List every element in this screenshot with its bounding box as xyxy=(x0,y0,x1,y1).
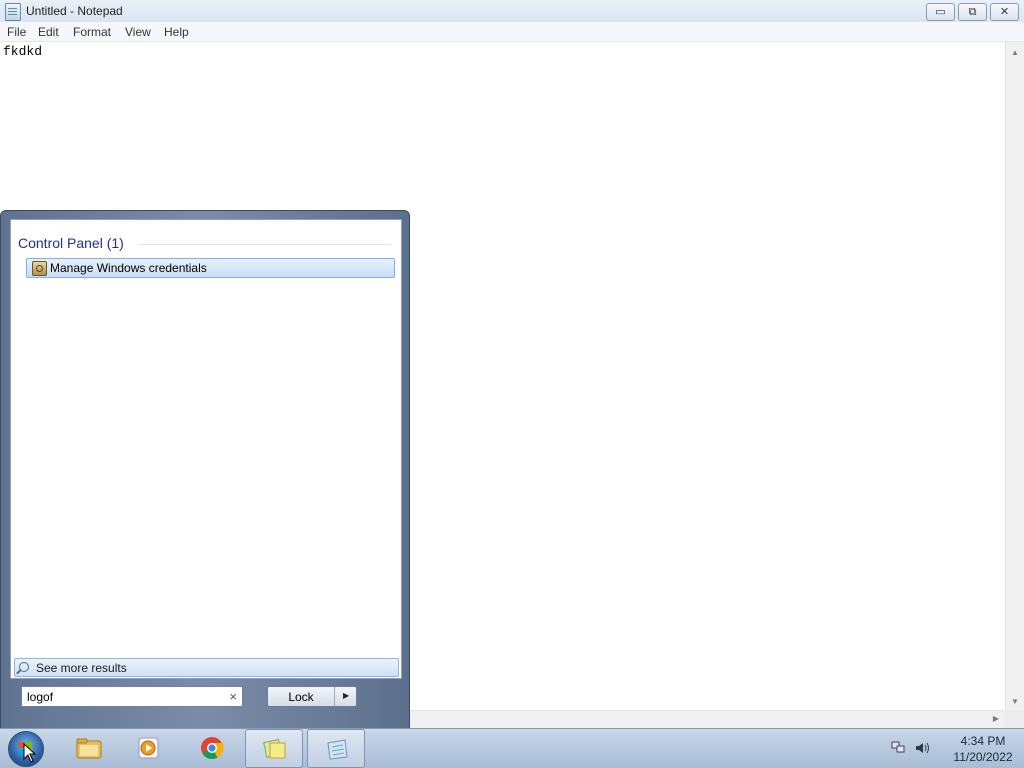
taskbar: 4:34 PM 11/20/2022 xyxy=(0,728,1024,768)
search-input[interactable] xyxy=(27,688,217,705)
see-more-results-label: See more results xyxy=(36,661,127,675)
clear-search-icon[interactable]: × xyxy=(229,689,237,704)
clock-time[interactable]: 4:34 PM xyxy=(942,734,1024,748)
credential-manager-icon xyxy=(32,261,47,276)
notification-area: 4:34 PM 11/20/2022 xyxy=(880,729,1024,768)
sticky-notes-icon xyxy=(263,738,286,759)
search-results-pane: Control Panel (1) Manage Windows credent… xyxy=(10,219,402,679)
network-icon[interactable] xyxy=(891,741,905,754)
menu-help[interactable]: Help xyxy=(164,25,189,39)
vertical-scrollbar[interactable]: ▲ ▼ xyxy=(1005,42,1024,710)
minimize-icon: ▭ xyxy=(935,6,946,18)
notepad-icon xyxy=(327,739,348,760)
result-item-manage-windows-credentials[interactable]: Manage Windows credentials xyxy=(26,258,395,278)
media-player-icon xyxy=(138,737,159,759)
horizontal-scrollbar[interactable]: ▶ xyxy=(410,710,1005,728)
menu-file[interactable]: File xyxy=(7,25,26,39)
notepad-text-area[interactable]: fkdkd xyxy=(3,44,42,59)
scrollbar-corner xyxy=(1005,710,1024,728)
menu-bar: File Edit Format View Help xyxy=(0,22,1024,42)
taskbar-windows-explorer[interactable] xyxy=(60,729,118,768)
scroll-right-icon[interactable]: ▶ xyxy=(993,714,999,723)
folder-icon xyxy=(76,738,102,759)
clock-date[interactable]: 11/20/2022 xyxy=(942,750,1024,764)
start-menu: Control Panel (1) Manage Windows credent… xyxy=(0,210,410,729)
lock-button[interactable]: Lock ▶ xyxy=(267,686,357,707)
restore-button[interactable]: ⧉ xyxy=(958,3,987,21)
result-item-label: Manage Windows credentials xyxy=(50,261,207,275)
lock-button-label: Lock xyxy=(288,690,314,704)
taskbar-sticky-notes[interactable] xyxy=(245,729,303,768)
close-icon: ✕ xyxy=(999,6,1010,18)
menu-format[interactable]: Format xyxy=(73,25,111,39)
divider xyxy=(139,244,391,245)
close-button[interactable]: ✕ xyxy=(990,3,1019,21)
notepad-icon xyxy=(5,3,21,21)
menu-view[interactable]: View xyxy=(125,25,151,39)
scroll-up-icon[interactable]: ▲ xyxy=(1011,48,1019,57)
volume-icon[interactable] xyxy=(915,741,930,755)
search-icon xyxy=(19,662,29,672)
notepad-title-bar[interactable]: Untitled - Notepad ▭ ⧉ ✕ xyxy=(0,0,1024,23)
mouse-cursor-icon xyxy=(23,743,37,763)
power-options-arrow-icon[interactable]: ▶ xyxy=(343,691,349,700)
see-more-results-button[interactable]: See more results xyxy=(14,658,399,677)
window-title: Untitled - Notepad xyxy=(26,4,123,18)
result-group-header[interactable]: Control Panel (1) xyxy=(18,235,124,251)
start-search-box[interactable]: × xyxy=(21,686,243,707)
minimize-button[interactable]: ▭ xyxy=(926,3,955,21)
restore-icon: ⧉ xyxy=(968,6,977,18)
taskbar-chrome[interactable] xyxy=(183,729,241,768)
divider xyxy=(334,687,335,706)
menu-edit[interactable]: Edit xyxy=(38,25,59,39)
chrome-icon xyxy=(201,737,224,759)
taskbar-notepad[interactable] xyxy=(307,729,365,768)
taskbar-media-player[interactable] xyxy=(121,729,179,768)
scroll-down-icon[interactable]: ▼ xyxy=(1011,697,1019,706)
